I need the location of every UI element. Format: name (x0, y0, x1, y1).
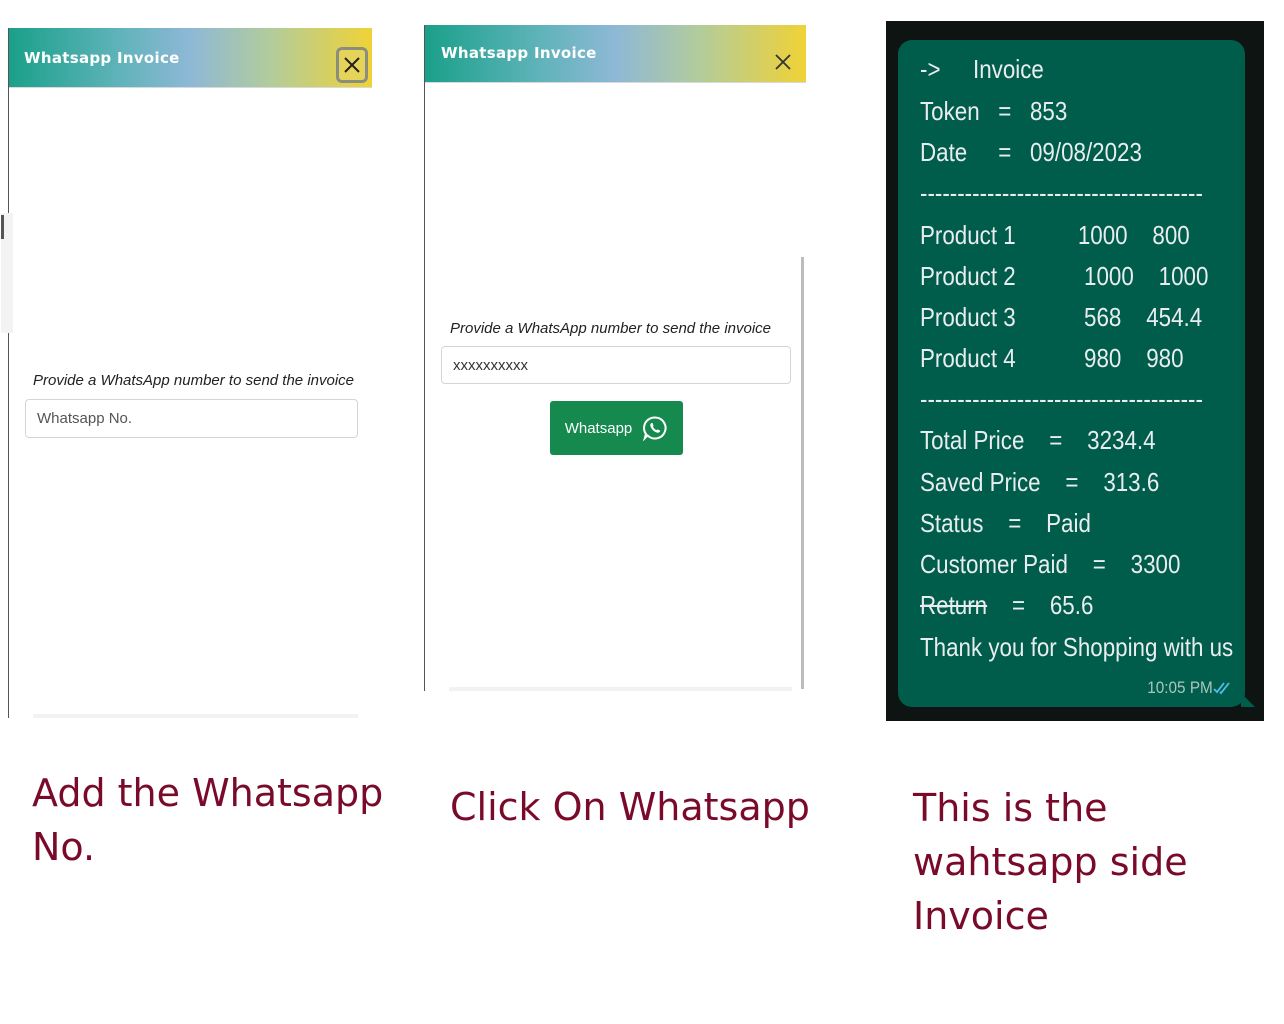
read-ticks-icon (1213, 682, 1230, 695)
status-line: Status = Paid (920, 508, 1091, 538)
modal-header: Whatsapp Invoice (425, 25, 806, 83)
modal-footer-shadow (449, 687, 792, 691)
modal-title: Whatsapp Invoice (24, 49, 180, 67)
customer-paid-line: Customer Paid = 3300 (920, 549, 1181, 579)
modal-title: Whatsapp Invoice (441, 44, 597, 62)
return-label: Return (920, 590, 988, 620)
invoice-message-bubble: -> Invoice Token = 853 Date = 09/08/2023… (898, 40, 1255, 707)
product-line: Product 2 1000 1000 (920, 261, 1209, 291)
thank-you-line: Thank you for Shopping with us (920, 632, 1234, 662)
scroll-handle[interactable] (1, 213, 13, 333)
separator-top: -------------------------------------- (920, 178, 1203, 208)
token-line: Token = 853 (920, 96, 1068, 126)
close-icon (775, 54, 791, 70)
product-line: Product 1 1000 800 (920, 220, 1190, 250)
close-icon (344, 57, 360, 73)
close-button[interactable] (336, 47, 368, 83)
invoice-heading: Invoice (973, 54, 1044, 84)
separator-bottom: -------------------------------------- (920, 384, 1203, 414)
return-line: Return = 65.6 (920, 590, 1093, 621)
caption-step-1: Add the Whatsapp No. (32, 771, 384, 869)
caption-step-3: This is the wahtsapp side Invoice (913, 786, 1188, 938)
whatsapp-chat-background: -> Invoice Token = 853 Date = 09/08/2023… (886, 21, 1264, 721)
return-value: = 65.6 (987, 590, 1094, 620)
product-line: Product 3 568 454.4 (920, 302, 1203, 332)
whatsapp-icon (643, 416, 667, 441)
product-line: Product 4 980 980 (920, 343, 1184, 373)
date-line: Date = 09/08/2023 (920, 137, 1142, 167)
invoice-modal-filled: Whatsapp Invoice Provide a WhatsApp numb… (424, 25, 806, 691)
modal-header: Whatsapp Invoice (9, 28, 372, 88)
whatsapp-number-input[interactable] (441, 346, 791, 384)
whatsapp-button-label: Whatsapp (564, 419, 633, 437)
total-price-line: Total Price = 3234.4 (920, 425, 1156, 455)
invoice-modal-empty: Whatsapp Invoice Provide a WhatsApp numb… (1, 28, 372, 718)
modal-footer-shadow (33, 714, 358, 718)
whatsapp-prompt: Provide a WhatsApp number to send the in… (33, 372, 355, 389)
message-time: 10:05 PM (1147, 678, 1213, 697)
saved-price-line: Saved Price = 313.6 (920, 467, 1160, 497)
close-button[interactable] (768, 47, 798, 77)
whatsapp-prompt: Provide a WhatsApp number to send the in… (450, 320, 772, 337)
send-whatsapp-button[interactable]: Whatsapp (550, 401, 683, 455)
scrollbar[interactable] (801, 257, 804, 689)
caption-step-2: Click On Whatsapp (450, 785, 810, 829)
whatsapp-number-input[interactable] (25, 399, 358, 438)
arrow-text: -> (920, 54, 941, 84)
